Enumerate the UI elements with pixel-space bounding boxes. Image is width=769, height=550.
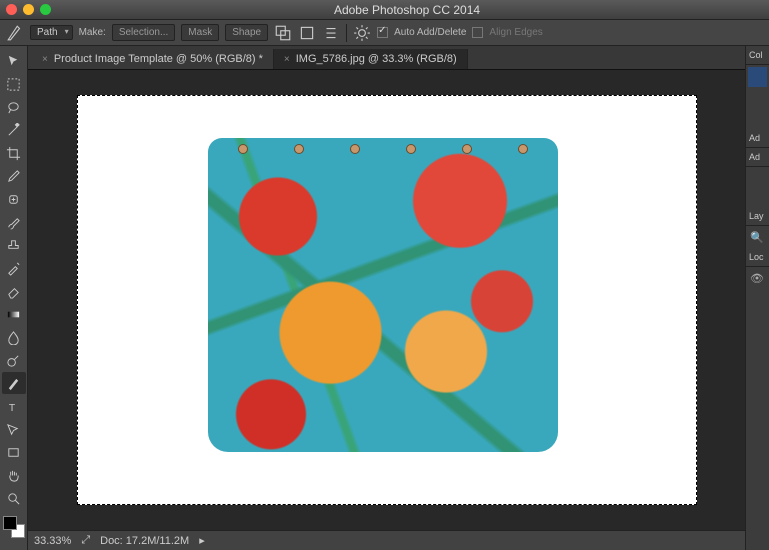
- blur-tool[interactable]: [2, 326, 26, 348]
- mode-select[interactable]: Path: [30, 25, 73, 40]
- arrange-icon[interactable]: [322, 24, 340, 42]
- path-tool[interactable]: [2, 418, 26, 440]
- pen-tool-icon: [6, 24, 24, 42]
- tools-panel: T: [0, 46, 28, 550]
- lock-label: Loc: [746, 248, 769, 267]
- minimize-window-button[interactable]: [23, 4, 34, 15]
- color-swatch[interactable]: [3, 516, 25, 538]
- combine-icon[interactable]: [274, 24, 292, 42]
- app-title: Adobe Photoshop CC 2014: [51, 3, 763, 17]
- selection-button[interactable]: Selection...: [112, 24, 175, 41]
- stamp-tool[interactable]: [2, 234, 26, 256]
- zoom-level[interactable]: 33.33%: [34, 535, 71, 547]
- auto-add-delete-checkbox[interactable]: [377, 27, 388, 38]
- brush-tool[interactable]: [2, 211, 26, 233]
- canvas[interactable]: [77, 95, 697, 505]
- product-image-pillow: [208, 138, 558, 452]
- make-label: Make:: [79, 27, 106, 38]
- zoom-tool[interactable]: [2, 487, 26, 509]
- chevron-right-icon[interactable]: ▸: [199, 534, 205, 547]
- adjustments-panel-tab[interactable]: Ad: [746, 129, 769, 148]
- doc-size: Doc: 17.2M/11.2M: [100, 535, 189, 547]
- main-area: T × Product Image Template @ 50% (RGB/8) …: [0, 46, 769, 550]
- auto-add-delete-label: Auto Add/Delete: [394, 27, 466, 38]
- pen-tool[interactable]: [2, 372, 26, 394]
- align-edges-label: Align Edges: [489, 27, 542, 38]
- document-tabs: ×Product Image Template @ 50% (RGB/8) * …: [28, 46, 745, 70]
- color-panel-tab[interactable]: Col: [746, 46, 769, 65]
- options-bar: Path Make: Selection... Mask Shape Auto …: [0, 20, 769, 46]
- align-icon[interactable]: [298, 24, 316, 42]
- tab-img-5786[interactable]: × IMG_5786.jpg @ 33.3% (RGB/8): [274, 49, 468, 69]
- close-window-button[interactable]: [6, 4, 17, 15]
- adjustments-panel-tab-2[interactable]: Ad: [746, 148, 769, 167]
- titlebar: Adobe Photoshop CC 2014: [0, 0, 769, 20]
- visibility-icon[interactable]: 👁: [746, 267, 768, 289]
- hand-tool[interactable]: [2, 464, 26, 486]
- separator: [346, 24, 347, 42]
- mask-button[interactable]: Mask: [181, 24, 219, 41]
- maximize-window-button[interactable]: [40, 4, 51, 15]
- status-bar: 33.33% ⤢ Doc: 17.2M/11.2M ▸: [28, 530, 745, 550]
- tab-label: IMG_5786.jpg @ 33.3% (RGB/8): [296, 53, 457, 65]
- tab-template[interactable]: × Product Image Template @ 50% (RGB/8) *: [32, 49, 274, 69]
- rectangle-tool[interactable]: [2, 441, 26, 463]
- expand-icon[interactable]: ⤢: [81, 534, 90, 547]
- dodge-tool[interactable]: [2, 349, 26, 371]
- window-controls: [6, 4, 51, 15]
- shape-button[interactable]: Shape: [225, 24, 268, 41]
- close-icon[interactable]: ×: [42, 54, 48, 65]
- gear-icon[interactable]: [353, 24, 371, 42]
- gradient-tool[interactable]: [2, 303, 26, 325]
- eyedropper-tool[interactable]: [2, 165, 26, 187]
- wand-tool[interactable]: [2, 119, 26, 141]
- svg-text:T: T: [9, 403, 16, 414]
- marquee-tool[interactable]: [2, 73, 26, 95]
- crop-tool[interactable]: [2, 142, 26, 164]
- right-panels: Col Ad Ad Lay 🔍 Loc 👁: [745, 46, 769, 550]
- move-tool[interactable]: [2, 50, 26, 72]
- color-preview[interactable]: [748, 67, 767, 87]
- layers-panel-tab[interactable]: Lay: [746, 207, 769, 226]
- lasso-tool[interactable]: [2, 96, 26, 118]
- eraser-tool[interactable]: [2, 280, 26, 302]
- document-area: ×Product Image Template @ 50% (RGB/8) * …: [28, 46, 745, 550]
- type-tool[interactable]: T: [2, 395, 26, 417]
- close-icon[interactable]: ×: [284, 54, 290, 65]
- heal-tool[interactable]: [2, 188, 26, 210]
- search-icon[interactable]: 🔍: [746, 226, 768, 248]
- tab-label: Product Image Template @ 50% (RGB/8) *: [54, 53, 263, 65]
- history-brush-tool[interactable]: [2, 257, 26, 279]
- canvas-viewport[interactable]: [28, 70, 745, 530]
- align-edges-checkbox[interactable]: [472, 27, 483, 38]
